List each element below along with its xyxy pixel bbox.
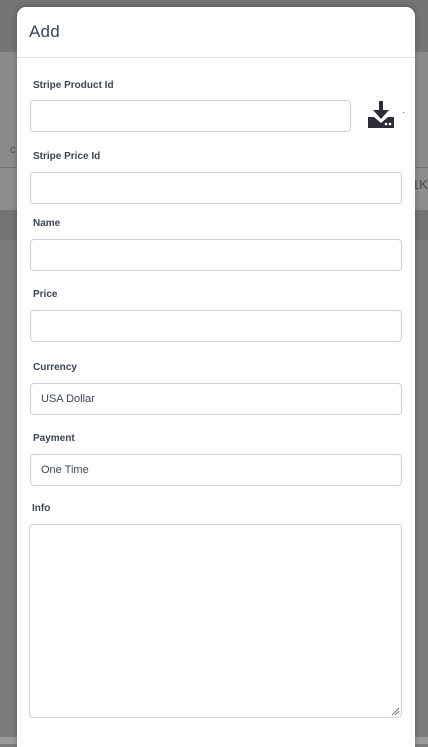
price-input[interactable] [30,310,402,342]
modal-title: Add [29,22,60,41]
background-text-left: C [10,146,16,155]
payment-select[interactable]: One Time [30,454,402,486]
stripe-price-id-label: Stripe Price Id [33,151,101,162]
download-product-button[interactable] [366,100,396,130]
stripe-product-id-label: Stripe Product Id [33,80,114,91]
currency-select[interactable]: USA Dollar [30,383,402,415]
name-label: Name [33,218,61,229]
dot-mark: · [402,107,406,118]
name-input[interactable] [30,239,402,271]
modal-header: Add [17,7,415,58]
resize-grip-icon[interactable] [391,707,400,716]
price-label: Price [33,289,58,300]
payment-label: Payment [33,433,75,444]
info-textarea[interactable] [29,524,402,718]
download-to-drive-icon [368,101,394,128]
add-modal: Add Stripe Product Id · Stripe Price Id … [17,7,415,747]
info-label: Info [32,503,51,514]
stripe-price-id-input[interactable] [30,172,402,204]
stripe-product-id-input[interactable] [30,100,351,132]
currency-label: Currency [33,362,77,373]
